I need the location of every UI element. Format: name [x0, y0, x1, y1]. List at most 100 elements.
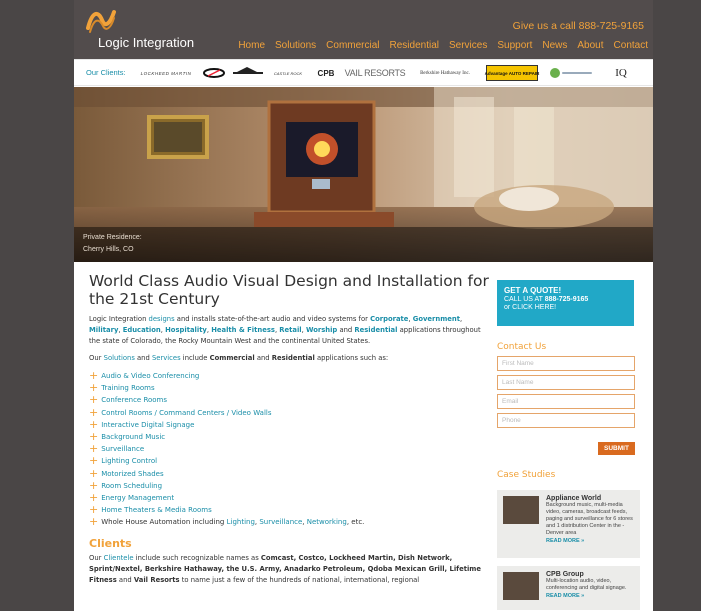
email-field[interactable]: Email: [497, 394, 635, 409]
submit-button[interactable]: SUBMIT: [598, 442, 635, 455]
plus-icon: +: [89, 430, 99, 444]
service-link[interactable]: Motorized Shades: [101, 470, 163, 478]
intro-text-a: Logic Integration: [89, 315, 149, 323]
nav-news[interactable]: News: [542, 40, 567, 51]
quote-phone: 888-725-9165: [544, 296, 589, 303]
quote-title: GET A QUOTE!: [504, 286, 562, 295]
read-more-link[interactable]: READ MORE »: [546, 593, 635, 599]
service-link[interactable]: Surveillance: [101, 445, 144, 453]
read-more-link[interactable]: READ MORE »: [546, 538, 635, 544]
nav-services[interactable]: Services: [449, 40, 487, 51]
networking-link[interactable]: Networking: [307, 518, 347, 526]
clients-paragraph: Our Clientele include such recognizable …: [89, 553, 489, 586]
client-logo-castle-rock[interactable]: CASTLE ROCK: [272, 65, 304, 81]
list-item[interactable]: + Home Theaters & Media Rooms: [89, 504, 489, 516]
logo-mark-icon[interactable]: [86, 6, 116, 36]
solutions-link[interactable]: Solutions: [104, 354, 135, 362]
service-link[interactable]: Energy Management: [101, 494, 174, 502]
phone-field[interactable]: Phone: [497, 413, 635, 428]
case-study-card[interactable]: CPB Group Multi-location audio, video, c…: [497, 566, 640, 610]
hospitality-link[interactable]: Hospitality: [165, 326, 207, 334]
surveillance-link[interactable]: Surveillance: [259, 518, 302, 526]
lighting-link[interactable]: Lighting: [227, 518, 255, 526]
client-vail: Vail Resorts: [133, 575, 180, 584]
list-item[interactable]: + Conference Rooms: [89, 394, 489, 406]
clients-text-a: Our: [89, 553, 104, 562]
list-item[interactable]: + Energy Management: [89, 491, 489, 505]
service-link[interactable]: Conference Rooms: [101, 396, 167, 404]
case-study-card[interactable]: Appliance World Background music, multi-…: [497, 490, 640, 558]
client-logo-iq[interactable]: IQ: [606, 65, 636, 81]
last-name-field[interactable]: Last Name: [497, 375, 635, 390]
service-link[interactable]: Home Theaters & Media Rooms: [101, 506, 212, 514]
clients-bar: Our Clients: LOCKHEED MARTIN CASTLE ROCK…: [74, 59, 653, 86]
military-link[interactable]: Military: [89, 326, 118, 334]
nav-home[interactable]: Home: [238, 40, 265, 51]
nav-about[interactable]: About: [577, 40, 603, 51]
nav-solutions[interactable]: Solutions: [275, 40, 316, 51]
service-link[interactable]: Room Scheduling: [101, 482, 162, 490]
automation-etc: , etc.: [346, 518, 365, 527]
main-nav: Home Solutions Commercial Residential Se…: [228, 40, 648, 51]
residential-bold: Residential: [271, 354, 315, 362]
designs-link[interactable]: designs: [149, 315, 175, 323]
health-fitness-link[interactable]: Health & Fitness: [211, 326, 275, 334]
first-name-field[interactable]: First Name: [497, 356, 635, 371]
services-intro-a: Our: [89, 354, 104, 362]
service-link[interactable]: Lighting Control: [101, 457, 157, 465]
services-intro-and2: and: [254, 354, 272, 362]
plus-icon: +: [89, 466, 99, 480]
clients-label: Our Clients:: [86, 68, 126, 77]
client-logo-anadarko[interactable]: [232, 65, 264, 81]
plus-icon: +: [89, 491, 99, 505]
residential-link[interactable]: Residential: [354, 326, 397, 334]
list-item[interactable]: + Training Rooms: [89, 382, 489, 394]
service-link[interactable]: Training Rooms: [101, 384, 154, 392]
list-item[interactable]: + Surveillance: [89, 443, 489, 455]
worship-link[interactable]: Worship: [306, 326, 337, 334]
get-quote-button[interactable]: GET A QUOTE! CALL US AT 888-725-9165 or …: [497, 280, 634, 326]
phone-callout: Give us a call 888-725-9165: [512, 20, 644, 32]
hero-image: Private Residence: Cherry Hills, CO: [74, 87, 653, 262]
list-item[interactable]: + Control Rooms / Command Centers / Video…: [89, 406, 489, 419]
client-logo-dish[interactable]: [202, 65, 226, 81]
service-link[interactable]: Background Music: [101, 433, 165, 441]
service-link[interactable]: Interactive Digital Signage: [101, 421, 194, 429]
services-link[interactable]: Services: [152, 354, 181, 362]
nav-residential[interactable]: Residential: [390, 40, 439, 51]
service-link[interactable]: Audio & Video Conferencing: [101, 372, 199, 380]
client-logo-advantage[interactable]: Advantage AUTO REPAIR: [485, 65, 539, 81]
site-container: Logic Integration Give us a call 888-725…: [74, 0, 653, 611]
list-item[interactable]: + Interactive Digital Signage: [89, 418, 489, 431]
client-logo-vail[interactable]: VAIL RESORTS: [345, 65, 406, 81]
automation-text: Whole House Automation including: [101, 518, 227, 527]
service-link[interactable]: Control Rooms / Command Centers / Video …: [101, 409, 271, 417]
list-item[interactable]: + Room Scheduling: [89, 479, 489, 492]
client-logo-cpb[interactable]: CPB: [312, 65, 340, 81]
client-logo-lockheed[interactable]: LOCKHEED MARTIN: [137, 65, 195, 81]
government-link[interactable]: Government: [413, 315, 460, 323]
nav-commercial[interactable]: Commercial: [326, 40, 379, 51]
retail-link[interactable]: Retail: [279, 326, 301, 334]
list-item[interactable]: + Motorized Shades: [89, 466, 489, 480]
logo-text[interactable]: Logic Integration: [98, 35, 194, 50]
client-logo-sprint[interactable]: [548, 65, 594, 81]
list-item[interactable]: + Lighting Control: [89, 455, 489, 467]
plus-icon: +: [89, 503, 99, 517]
list-item[interactable]: + Background Music: [89, 430, 489, 444]
case-study-thumbnail: [503, 572, 539, 600]
case-study-desc: Multi-location audio, video, conferencin…: [546, 578, 627, 591]
clients-text-b: include such recognizable names as: [133, 553, 261, 562]
dish-logo-icon: [203, 68, 225, 78]
nav-support[interactable]: Support: [497, 40, 532, 51]
education-link[interactable]: Education: [123, 326, 161, 334]
clients-heading: Clients: [89, 536, 132, 550]
corporate-link[interactable]: Corporate: [370, 315, 408, 323]
nav-contact[interactable]: Contact: [614, 40, 648, 51]
plus-icon: +: [89, 381, 99, 395]
client-logo-berkshire[interactable]: Berkshire Hathaway Inc.: [410, 65, 480, 81]
list-item[interactable]: + Audio & Video Conferencing: [89, 369, 489, 382]
case-study-desc: Background music, multi-media video, cam…: [546, 502, 633, 536]
anadarko-logo-icon: [233, 67, 263, 74]
clientele-link[interactable]: Clientele: [104, 554, 134, 562]
